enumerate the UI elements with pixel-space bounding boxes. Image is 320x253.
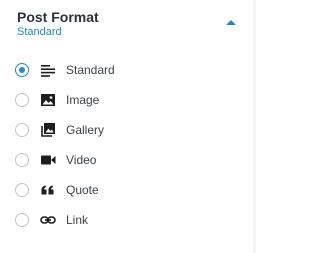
image-icon	[40, 92, 56, 108]
format-radio-link[interactable]	[15, 213, 29, 227]
panel-header[interactable]: Post Format Standard	[0, 0, 253, 48]
format-radio-gallery[interactable]	[15, 123, 29, 137]
format-label-quote: Quote	[66, 183, 99, 197]
format-option-standard[interactable]: Standard	[0, 55, 253, 85]
format-option-image[interactable]: Image	[0, 85, 253, 115]
quote-icon	[40, 182, 56, 198]
standard-icon	[40, 62, 56, 78]
format-option-link[interactable]: Link	[0, 205, 253, 235]
format-label-standard: Standard	[66, 63, 115, 77]
format-radio-quote[interactable]	[15, 183, 29, 197]
format-radio-video[interactable]	[15, 153, 29, 167]
chevron-up-icon[interactable]	[224, 16, 238, 28]
panel-edge	[253, 0, 256, 253]
format-option-gallery[interactable]: Gallery	[0, 115, 253, 145]
video-icon	[40, 152, 56, 168]
format-label-image: Image	[66, 93, 100, 107]
gallery-icon	[40, 122, 56, 138]
format-option-quote[interactable]: Quote	[0, 175, 253, 205]
format-radio-standard[interactable]	[15, 63, 29, 77]
post-format-panel: Post Format Standard Standard Image Gall…	[0, 0, 256, 253]
format-label-link: Link	[66, 213, 89, 227]
panel-title: Post Format	[17, 9, 99, 25]
format-option-video[interactable]: Video	[0, 145, 253, 175]
selected-format-summary: Standard	[17, 26, 62, 38]
link-icon	[40, 212, 56, 228]
format-label-gallery: Gallery	[66, 123, 105, 137]
format-label-video: Video	[66, 153, 97, 167]
format-radio-image[interactable]	[15, 93, 29, 107]
